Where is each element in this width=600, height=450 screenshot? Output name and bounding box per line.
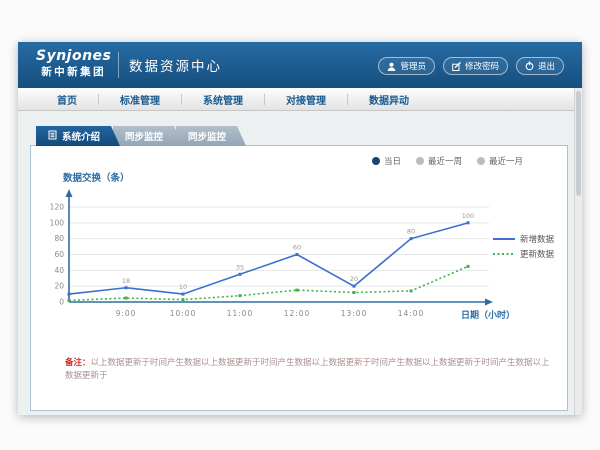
time-filter-label: 最近一周	[428, 155, 462, 167]
data-point	[353, 285, 356, 288]
user-icon	[387, 62, 396, 71]
time-filter-option-1[interactable]: 最近一周	[416, 155, 462, 167]
data-point	[68, 299, 71, 302]
user-actions: 管理员 修改密码 退出	[378, 57, 564, 75]
x-tick-label: 9:00	[116, 309, 137, 318]
tab-label: 系统介绍	[62, 129, 100, 143]
data-point-label: 20	[350, 275, 358, 283]
brand-logo: Synjones 新中新集团	[36, 48, 111, 79]
page-title: 数据资源中心	[129, 42, 222, 88]
data-point	[182, 298, 185, 301]
y-tick-label: 60	[54, 250, 64, 259]
document-icon	[48, 130, 57, 143]
data-point-label: 35	[236, 263, 244, 271]
change-password-button[interactable]: 修改密码	[443, 57, 508, 75]
main-nav: 首页标准管理系统管理对接管理数据异动	[18, 88, 582, 111]
y-tick-label: 40	[54, 266, 64, 275]
current-user-label: 管理员	[400, 60, 426, 72]
app-window: Synjones 新中新集团 数据资源中心 管理员 修改密码	[18, 42, 582, 415]
y-tick-label: 0	[59, 298, 64, 307]
radio-icon	[372, 157, 380, 165]
logout-button[interactable]: 退出	[516, 57, 564, 75]
x-axis-title: 日期（小时）	[461, 309, 515, 321]
power-icon	[525, 61, 534, 71]
nav-item-1[interactable]: 标准管理	[99, 92, 181, 107]
tab-label: 同步监控	[125, 129, 163, 143]
time-filter-option-2[interactable]: 最近一月	[477, 155, 523, 167]
footer-note: 备注：以上数据更新于时间产生数据以上数据更新于时间产生数据以上数据更新于时间产生…	[65, 357, 551, 383]
data-point	[182, 293, 185, 296]
y-tick-label: 80	[54, 234, 64, 243]
logout-label: 退出	[538, 60, 555, 72]
time-filter-label: 当日	[384, 155, 401, 167]
data-point	[68, 293, 71, 296]
brand-logo-primary: Synjones	[36, 48, 111, 66]
y-axis-arrow-icon	[66, 189, 73, 197]
tab-0[interactable]: 系统介绍	[36, 126, 120, 146]
data-point	[296, 253, 299, 256]
data-point	[467, 221, 470, 224]
legend-label-1: 更新数据	[520, 249, 555, 260]
time-filter-group: 当日 最近一周 最近一月	[372, 155, 523, 167]
radio-icon	[477, 157, 485, 165]
time-filter-option-0[interactable]: 当日	[372, 155, 401, 167]
x-tick-label: 14:00	[398, 309, 425, 318]
data-point-label: 18	[122, 277, 130, 285]
tab-label: 同步监控	[188, 129, 226, 143]
footer-note-label: 备注：	[65, 358, 91, 368]
y-tick-label: 20	[54, 282, 64, 291]
chart-panel: 当日 最近一周 最近一月 数据交换（条） 0 20 40 60 80 100 120 9:00 10…	[30, 145, 568, 411]
edit-icon	[452, 62, 461, 71]
tab-2[interactable]: 同步监控	[176, 126, 246, 146]
scrollbar-thumb[interactable]	[576, 91, 581, 196]
brand-logo-secondary: 新中新集团	[36, 66, 111, 79]
data-point	[353, 291, 356, 294]
y-tick-label: 100	[50, 218, 65, 227]
time-filter-label: 最近一月	[489, 155, 523, 167]
data-point-label: 100	[462, 212, 474, 220]
data-point-label: 10	[179, 283, 187, 291]
nav-item-2[interactable]: 系统管理	[182, 92, 264, 107]
header-divider	[118, 52, 119, 78]
change-password-label: 修改密码	[465, 60, 499, 72]
data-point	[296, 289, 299, 292]
line-chart: 0 20 40 60 80 100 120 9:00 10:00 11:00 12:00 13:00 1…	[41, 184, 561, 336]
data-point	[125, 286, 128, 289]
data-point	[239, 273, 242, 276]
scrollbar-track[interactable]	[574, 88, 582, 415]
data-point-label: 60	[293, 244, 301, 252]
nav-item-3[interactable]: 对接管理	[265, 92, 347, 107]
data-point	[125, 297, 128, 300]
data-point	[410, 289, 413, 292]
x-axis-arrow-icon	[485, 299, 493, 306]
header-bar: Synjones 新中新集团 数据资源中心 管理员 修改密码	[18, 42, 582, 88]
legend-label-0: 新增数据	[520, 234, 555, 245]
current-user-button[interactable]: 管理员	[378, 57, 435, 75]
nav-item-4[interactable]: 数据异动	[348, 92, 430, 107]
nav-item-0[interactable]: 首页	[36, 92, 98, 107]
tab-bar: 系统介绍 同步监控 同步监控	[36, 126, 239, 146]
data-point	[239, 294, 242, 297]
y-axis-title: 数据交换（条）	[63, 170, 130, 184]
data-point	[467, 265, 470, 268]
data-point-label: 80	[407, 228, 415, 236]
footer-note-text: 以上数据更新于时间产生数据以上数据更新于时间产生数据以上数据更新于时间产生数据以…	[65, 358, 550, 381]
y-tick-label: 120	[50, 203, 65, 212]
x-tick-label: 12:00	[284, 309, 311, 318]
x-tick-label: 13:00	[341, 309, 368, 318]
radio-icon	[416, 157, 424, 165]
x-tick-label: 10:00	[170, 309, 197, 318]
tab-1[interactable]: 同步监控	[113, 126, 183, 146]
data-point	[410, 237, 413, 240]
x-tick-label: 11:00	[227, 309, 254, 318]
